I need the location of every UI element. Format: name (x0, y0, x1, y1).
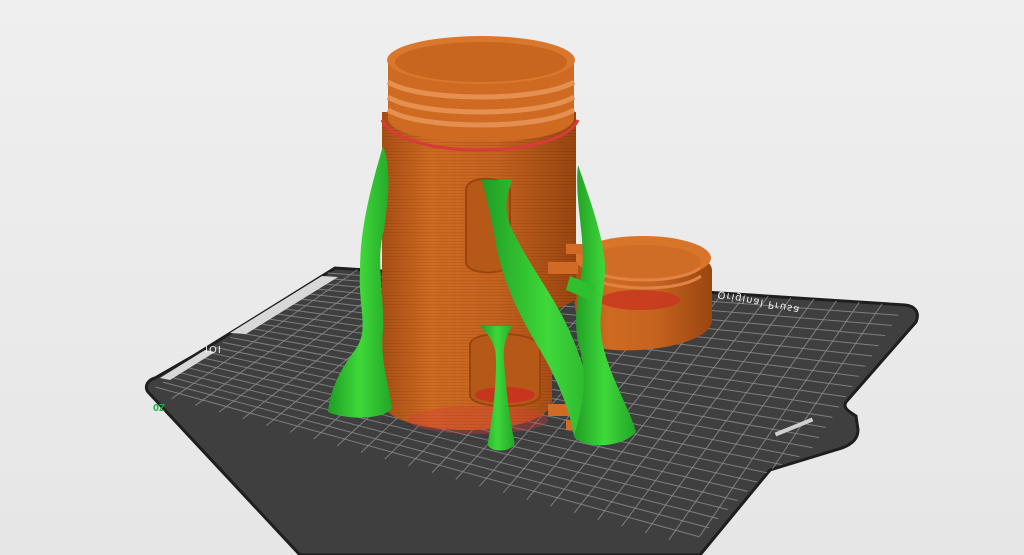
scene-canvas[interactable]: Original Prusa IOI ZO (0, 0, 1024, 555)
ring-bottom-highlight (600, 290, 680, 310)
cylinder-opening (395, 42, 567, 82)
bracket-1 (548, 262, 578, 274)
cylinder-base-highlight (408, 406, 548, 434)
3d-viewport[interactable]: Original Prusa IOI ZO (0, 0, 1024, 555)
axis-label: ZO (153, 401, 165, 412)
bed-side-label: IOI (205, 345, 222, 356)
